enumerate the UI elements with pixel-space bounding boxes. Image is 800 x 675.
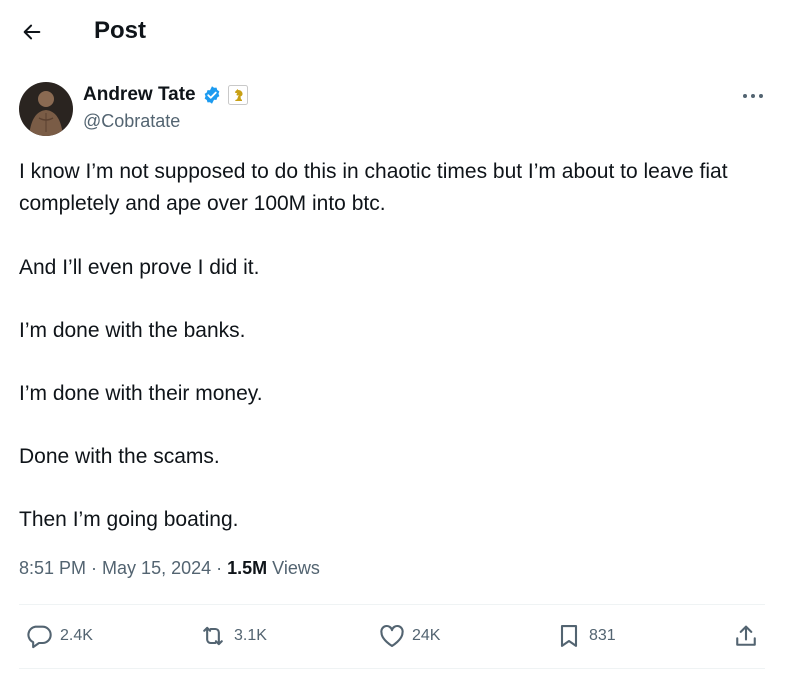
post-paragraph: I’m done with the banks. xyxy=(19,319,246,342)
post-paragraph: I know I’m not supposed to do this in ch… xyxy=(19,160,728,215)
repost-count: 3.1K xyxy=(234,627,267,644)
heart-icon xyxy=(380,624,404,647)
post-date[interactable]: May 15, 2024 xyxy=(102,558,211,579)
back-button[interactable] xyxy=(14,14,50,50)
top-bar: Post xyxy=(0,0,800,64)
chess-piece-icon[interactable] xyxy=(227,85,248,105)
verified-badge-icon xyxy=(204,86,219,104)
avatar[interactable] xyxy=(19,82,73,136)
author-name-row: Andrew Tate xyxy=(83,84,248,106)
divider xyxy=(19,604,765,605)
views-count: 1.5M xyxy=(227,558,268,578)
bookmark-button[interactable]: 831 xyxy=(555,622,616,650)
post-time[interactable]: 8:51 PM xyxy=(19,558,86,579)
bookmark-icon xyxy=(560,625,578,647)
bookmark-count: 831 xyxy=(589,627,616,644)
post-paragraph: Done with the scams. xyxy=(19,445,220,468)
like-count: 24K xyxy=(412,627,441,644)
meta-separator: · xyxy=(216,558,223,578)
post-paragraph: And I’ll even prove I did it. xyxy=(19,256,260,279)
like-button[interactable]: 24K xyxy=(378,622,440,650)
more-options-button[interactable] xyxy=(738,84,768,108)
share-button[interactable] xyxy=(732,622,760,650)
post-paragraph: I’m done with their money. xyxy=(19,382,263,405)
reply-count: 2.4K xyxy=(60,627,93,644)
author-handle[interactable]: @Cobratate xyxy=(83,111,180,132)
repost-button[interactable]: 3.1K xyxy=(198,622,267,650)
page-title: Post xyxy=(94,17,147,44)
divider xyxy=(19,668,765,669)
share-icon xyxy=(736,625,756,646)
reply-icon xyxy=(27,625,52,649)
meta-separator: · xyxy=(91,558,98,578)
reply-button[interactable]: 2.4K xyxy=(24,622,93,650)
post-meta: 8:51 PM · May 15, 2024 · 1.5M Views xyxy=(19,558,320,579)
arrow-left-icon xyxy=(23,24,41,40)
more-icon xyxy=(743,94,763,98)
repost-icon xyxy=(203,626,223,646)
author-name[interactable]: Andrew Tate xyxy=(83,84,196,106)
views-label: Views xyxy=(272,558,320,578)
post-paragraph: Then I’m going boating. xyxy=(19,508,239,531)
